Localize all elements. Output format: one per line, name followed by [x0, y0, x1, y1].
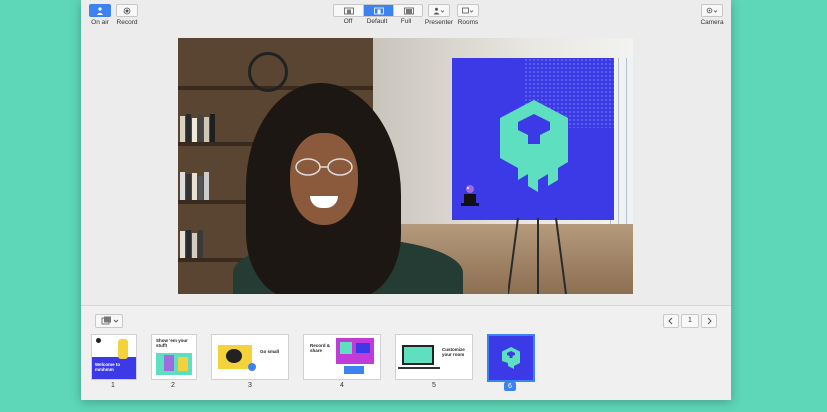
slide-thumbnail-1[interactable]: Welcome to mmhmm [91, 334, 137, 380]
camera-icon [706, 7, 718, 13]
previous-page-button[interactable] [663, 314, 679, 328]
slide-thumbnail-2[interactable]: Show 'em your stuff! [151, 334, 197, 380]
slide-filmstrip: 1 Welcome to mmhmm 1 Show 'em your stuff… [81, 305, 731, 400]
layout-default-icon [373, 7, 384, 14]
slide-number-2: 2 [171, 382, 175, 389]
page-number: 1 [688, 317, 692, 324]
slide-number-4: 4 [340, 382, 344, 389]
slide-number-5: 5 [432, 382, 436, 389]
easel [508, 218, 567, 294]
glasses [295, 158, 353, 176]
slide-4-title: Record & share [310, 343, 331, 353]
presenter-icon [433, 7, 445, 14]
presenter-label: Presenter [424, 19, 454, 26]
presenter-button[interactable]: Presenter [424, 4, 454, 26]
layout-full-icon [403, 7, 414, 14]
slide-poster [452, 58, 614, 220]
slide-number-1: 1 [111, 382, 115, 389]
slide-thumbnail-6[interactable] [487, 334, 535, 382]
slide-thumbnail-5[interactable]: Customize your room [395, 334, 473, 380]
mmhmm-logo-icon [461, 100, 568, 206]
presenter-face [290, 133, 358, 225]
layout-full-label: Full [400, 18, 412, 25]
slide-thumbnail-3[interactable]: Go small [211, 334, 289, 380]
slide-3-title: Go small [260, 349, 280, 354]
page-number-field[interactable]: 1 [681, 314, 699, 328]
slide-5-title: Customize your room [442, 347, 465, 357]
next-page-button[interactable] [701, 314, 717, 328]
toolbar: On air Record Off Default Full Presenter… [81, 0, 731, 28]
slide-number-3: 3 [248, 382, 252, 389]
presentation-stage [178, 38, 633, 294]
chevron-left-icon [668, 317, 673, 325]
rooms-button[interactable]: Rooms [456, 4, 480, 26]
stack-icon [101, 316, 119, 325]
person-icon [97, 6, 103, 15]
layout-full-button[interactable] [394, 5, 423, 16]
rooms-label: Rooms [457, 19, 479, 26]
slides-menu-dropdown[interactable] [95, 314, 123, 328]
layout-segmented-control [333, 4, 423, 17]
app-window: On air Record Off Default Full Presenter… [81, 0, 731, 400]
record-label: Record [116, 19, 138, 26]
slide-thumbnail-4[interactable]: Record & share [303, 334, 381, 380]
slide-number-6: 6 [504, 382, 516, 391]
mmhmm-logo-thumb-icon [502, 347, 520, 369]
on-air-label: On air [91, 19, 109, 26]
record-icon [123, 7, 131, 14]
record-button[interactable]: Record [114, 4, 140, 26]
on-air-button[interactable]: On air [89, 4, 111, 26]
slide-2-title: Show 'em your stuff! [156, 338, 188, 348]
rooms-icon [462, 7, 474, 13]
camera-label: Camera [700, 19, 724, 26]
chevron-right-icon [707, 317, 712, 325]
layout-default-button[interactable] [364, 5, 393, 16]
slide-1-title: Welcome to mmhmm [95, 362, 121, 372]
layout-off-button[interactable] [334, 5, 363, 16]
layout-off-icon [343, 7, 354, 14]
camera-button[interactable]: Camera [699, 4, 725, 26]
